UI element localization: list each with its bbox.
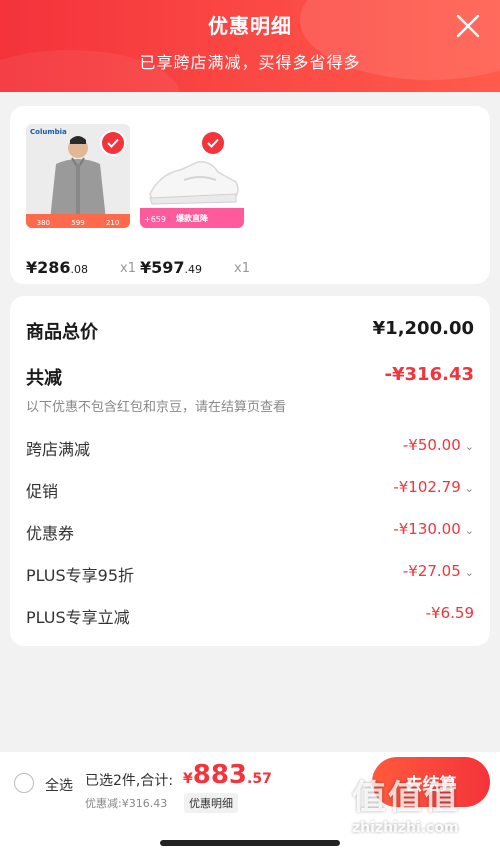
- discount-value: -¥102.79 ⌄: [393, 478, 474, 496]
- check-icon: [107, 138, 119, 148]
- discount-value: -¥27.05 ⌄: [402, 562, 474, 580]
- product-qty: x1: [234, 261, 250, 276]
- price-row: ¥597.49 x1: [140, 258, 250, 277]
- price-row: ¥286.08 x1: [26, 258, 136, 277]
- discount-detail-link[interactable]: 优惠明细: [184, 793, 238, 813]
- size-tags: 380 599 210: [26, 219, 130, 227]
- header-banner: 优惠明细 已享跨店满减，买得多省得多: [0, 0, 500, 92]
- reduce-value: -¥316.43: [384, 364, 474, 385]
- select-all-label[interactable]: 全选: [45, 775, 73, 795]
- product-image-sneaker[interactable]: +659 爆款直降: [140, 124, 244, 228]
- check-icon: [207, 138, 219, 148]
- site-watermark: 值值值 zhizhizhi.com: [348, 770, 496, 852]
- discount-summary: 优惠减:¥316.43: [85, 797, 168, 810]
- close-button[interactable]: [454, 12, 482, 40]
- reduce-note: 以下优惠不包含红包和京豆，请在结算页查看: [26, 400, 287, 415]
- discount-value: -¥50.00 ⌄: [402, 436, 474, 454]
- total-price-value: ¥1,200.00: [372, 318, 474, 339]
- product-list-card: Columbia 380 599 210 ¥286.08 x1 +659 爆款直…: [10, 106, 490, 284]
- currency-symbol: ¥: [183, 771, 193, 787]
- total-integer: 883: [192, 760, 248, 790]
- chevron-down-icon: ⌄: [464, 482, 474, 495]
- discount-breakdown-card: 商品总价 ¥1,200.00 共减 -¥316.43 以下优惠不包含红包和京豆，…: [10, 296, 490, 646]
- discount-label: PLUS专享立减: [26, 608, 130, 627]
- reduce-label: 共减: [26, 368, 62, 389]
- total-decimal: .57: [247, 771, 272, 787]
- product-qty: x1: [120, 261, 136, 276]
- total-price-label: 商品总价: [26, 322, 98, 343]
- watermark-site: zhizhizhi.com: [352, 820, 459, 836]
- size-tag: 210: [105, 219, 120, 227]
- discount-label: 优惠券: [26, 524, 75, 543]
- chevron-down-icon: ⌄: [464, 524, 474, 537]
- page-subtitle: 已享跨店满减，买得多省得多: [139, 53, 361, 72]
- discount-label: PLUS专享95折: [26, 566, 134, 585]
- discount-label: 促销: [26, 482, 59, 501]
- chevron-down-icon: ⌄: [464, 440, 474, 453]
- promo-tag: 爆款直降: [176, 214, 208, 223]
- selection-summary: 已选2件,合计:: [85, 773, 174, 789]
- product-image-jacket[interactable]: Columbia 380 599 210: [26, 124, 130, 228]
- select-checkbox[interactable]: [102, 132, 124, 154]
- discount-value: -¥130.00 ⌄: [393, 520, 474, 538]
- discount-value: -¥6.59: [425, 604, 474, 622]
- select-checkbox[interactable]: [202, 132, 224, 154]
- watermark-logo: 值值值: [352, 778, 460, 818]
- chevron-down-icon: ⌄: [464, 566, 474, 579]
- page-title: 优惠明细: [208, 14, 292, 38]
- select-all-radio[interactable]: [14, 773, 34, 793]
- promo-number: +659: [144, 215, 166, 224]
- size-tag: 380: [36, 219, 51, 227]
- product-price: ¥286.08: [26, 258, 89, 277]
- product-item[interactable]: +659 爆款直降 ¥597.49 x1: [140, 124, 250, 277]
- product-item[interactable]: Columbia 380 599 210 ¥286.08 x1: [26, 124, 136, 277]
- brand-logo: Columbia: [30, 128, 67, 136]
- order-total: ¥883.57: [183, 760, 272, 790]
- size-tag: 599: [71, 219, 85, 227]
- close-icon: [456, 14, 480, 38]
- product-price: ¥597.49: [140, 258, 203, 277]
- discount-label: 跨店满减: [26, 440, 91, 459]
- home-indicator: [160, 840, 340, 846]
